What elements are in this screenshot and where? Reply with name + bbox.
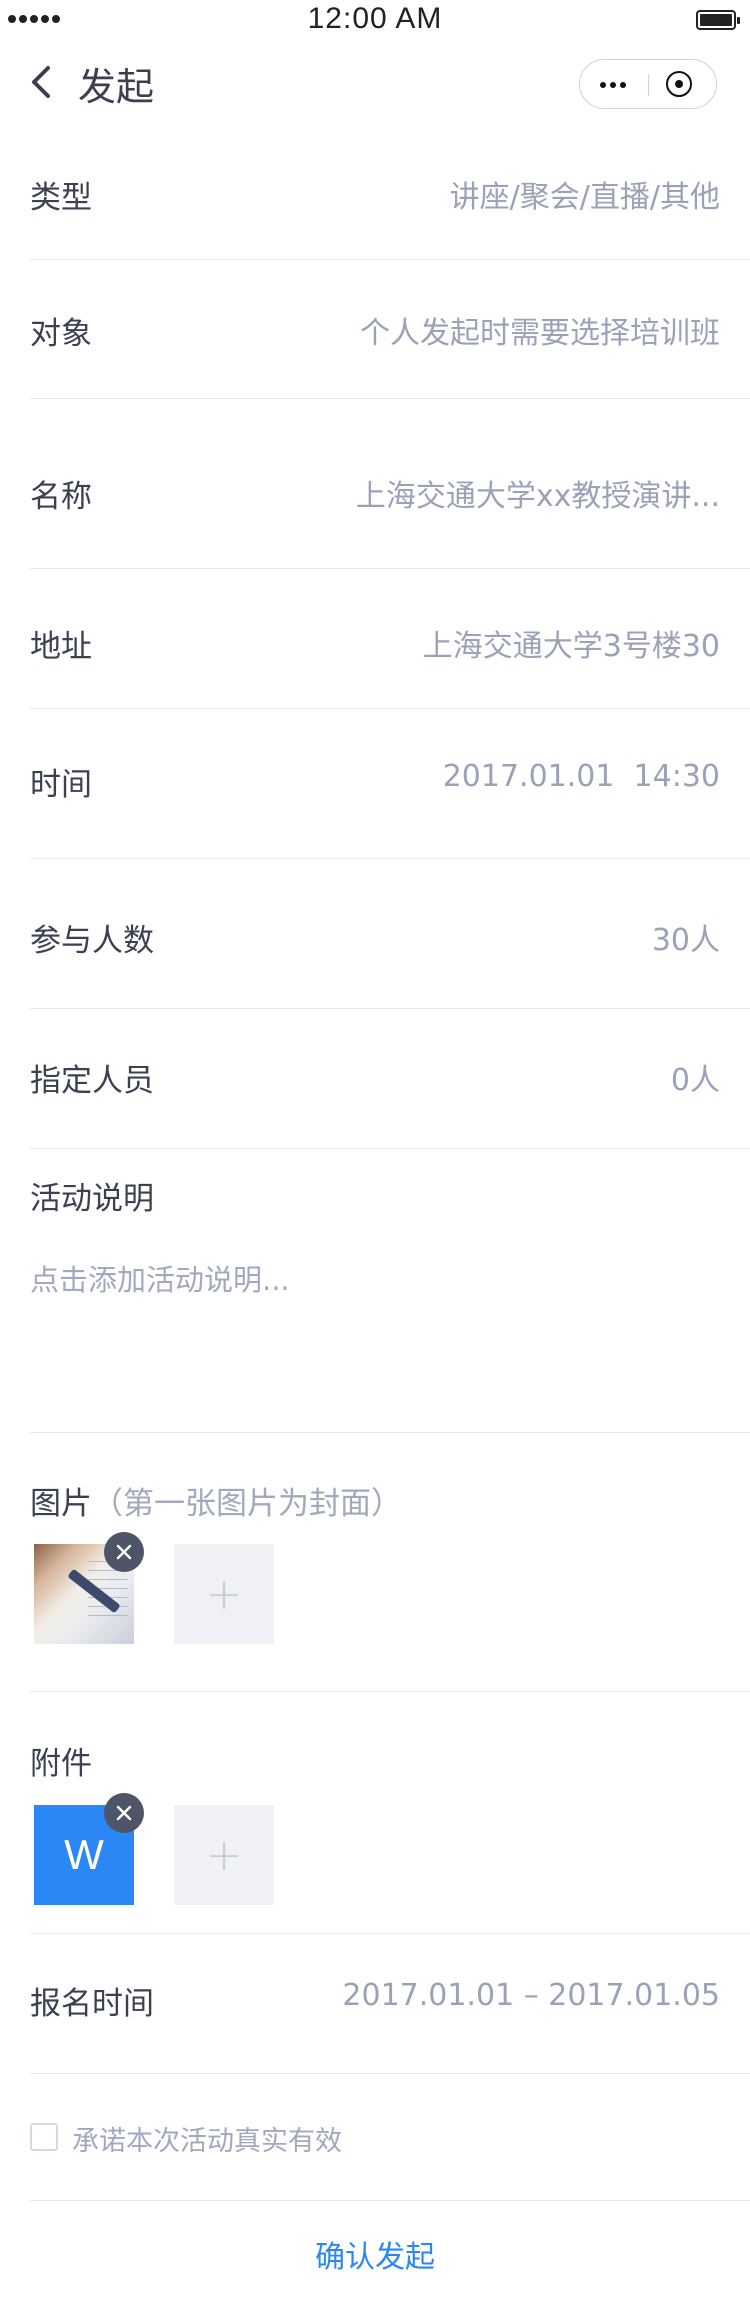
assigned-label: 指定人员 [30, 1063, 154, 1099]
address-value: 上海交通大学3号楼30 [422, 629, 720, 664]
page-title: 发起 [78, 65, 155, 109]
promise-label: 承诺本次活动真实有效 [72, 2126, 342, 2157]
type-row[interactable]: 类型 讲座/聚会/直播/其他 [30, 130, 750, 260]
participants-row[interactable]: 参与人数 30人 [30, 859, 750, 1009]
attachments-label: 附件 [30, 1746, 92, 1782]
mini-program-capsule [579, 59, 717, 109]
description-label: 活动说明 [30, 1181, 154, 1217]
add-attachment-button[interactable]: + [174, 1805, 274, 1905]
assigned-value: 0人 [670, 1063, 720, 1098]
capsule-divider [648, 74, 649, 96]
time-row[interactable]: 时间 2017.01.01 14:30 [30, 709, 750, 859]
audience-row[interactable]: 对象 个人发起时需要选择培训班 [30, 260, 750, 399]
add-image-button[interactable]: + [174, 1544, 274, 1644]
images-hint: （第一张图片为封面） [92, 1486, 402, 1522]
type-value: 讲座/聚会/直播/其他 [449, 180, 720, 215]
status-bar: 12:00 AM [0, 0, 750, 40]
images-label: 图片 [30, 1486, 92, 1522]
signup-time-label: 报名时间 [30, 1986, 154, 2022]
audience-value: 个人发起时需要选择培训班 [360, 316, 720, 351]
participants-value: 30人 [651, 923, 720, 958]
back-icon[interactable] [26, 62, 56, 102]
battery-icon [696, 10, 740, 30]
time-label: 时间 [30, 767, 92, 803]
remove-image-icon[interactable] [104, 1532, 144, 1572]
target-icon[interactable] [666, 71, 692, 97]
signup-time-value: 2017.01.01 – 2017.01.05 [342, 1978, 720, 2013]
address-label: 地址 [30, 629, 92, 665]
footer-divider [30, 2200, 750, 2201]
more-dots-icon[interactable] [600, 82, 626, 88]
participants-label: 参与人数 [30, 923, 154, 959]
description-placeholder[interactable]: 点击添加活动说明... [30, 1257, 290, 1299]
signup-time-row[interactable]: 报名时间 2017.01.01 – 2017.01.05 [30, 1934, 750, 2074]
images-title: 图片（第一张图片为封面） [30, 1478, 402, 1523]
time-value: 2017.01.01 14:30 [442, 759, 720, 794]
confirm-button[interactable]: 确认发起 [0, 2232, 750, 2276]
assigned-row[interactable]: 指定人员 0人 [30, 1009, 750, 1149]
name-value: 上海交通大学xx教授演讲... [355, 479, 720, 514]
name-row[interactable]: 名称 上海交通大学xx教授演讲... [30, 399, 750, 569]
status-time: 12:00 AM [307, 2, 443, 35]
description-section[interactable]: 活动说明 点击添加活动说明... [30, 1149, 750, 1433]
address-row[interactable]: 地址 上海交通大学3号楼30 [30, 569, 750, 709]
type-label: 类型 [30, 180, 92, 216]
name-label: 名称 [30, 479, 92, 515]
navigation-bar: 发起 [0, 40, 750, 130]
remove-attachment-icon[interactable] [104, 1793, 144, 1833]
audience-label: 对象 [30, 316, 92, 352]
promise-checkbox[interactable] [30, 2123, 58, 2151]
images-divider [30, 1691, 750, 1692]
